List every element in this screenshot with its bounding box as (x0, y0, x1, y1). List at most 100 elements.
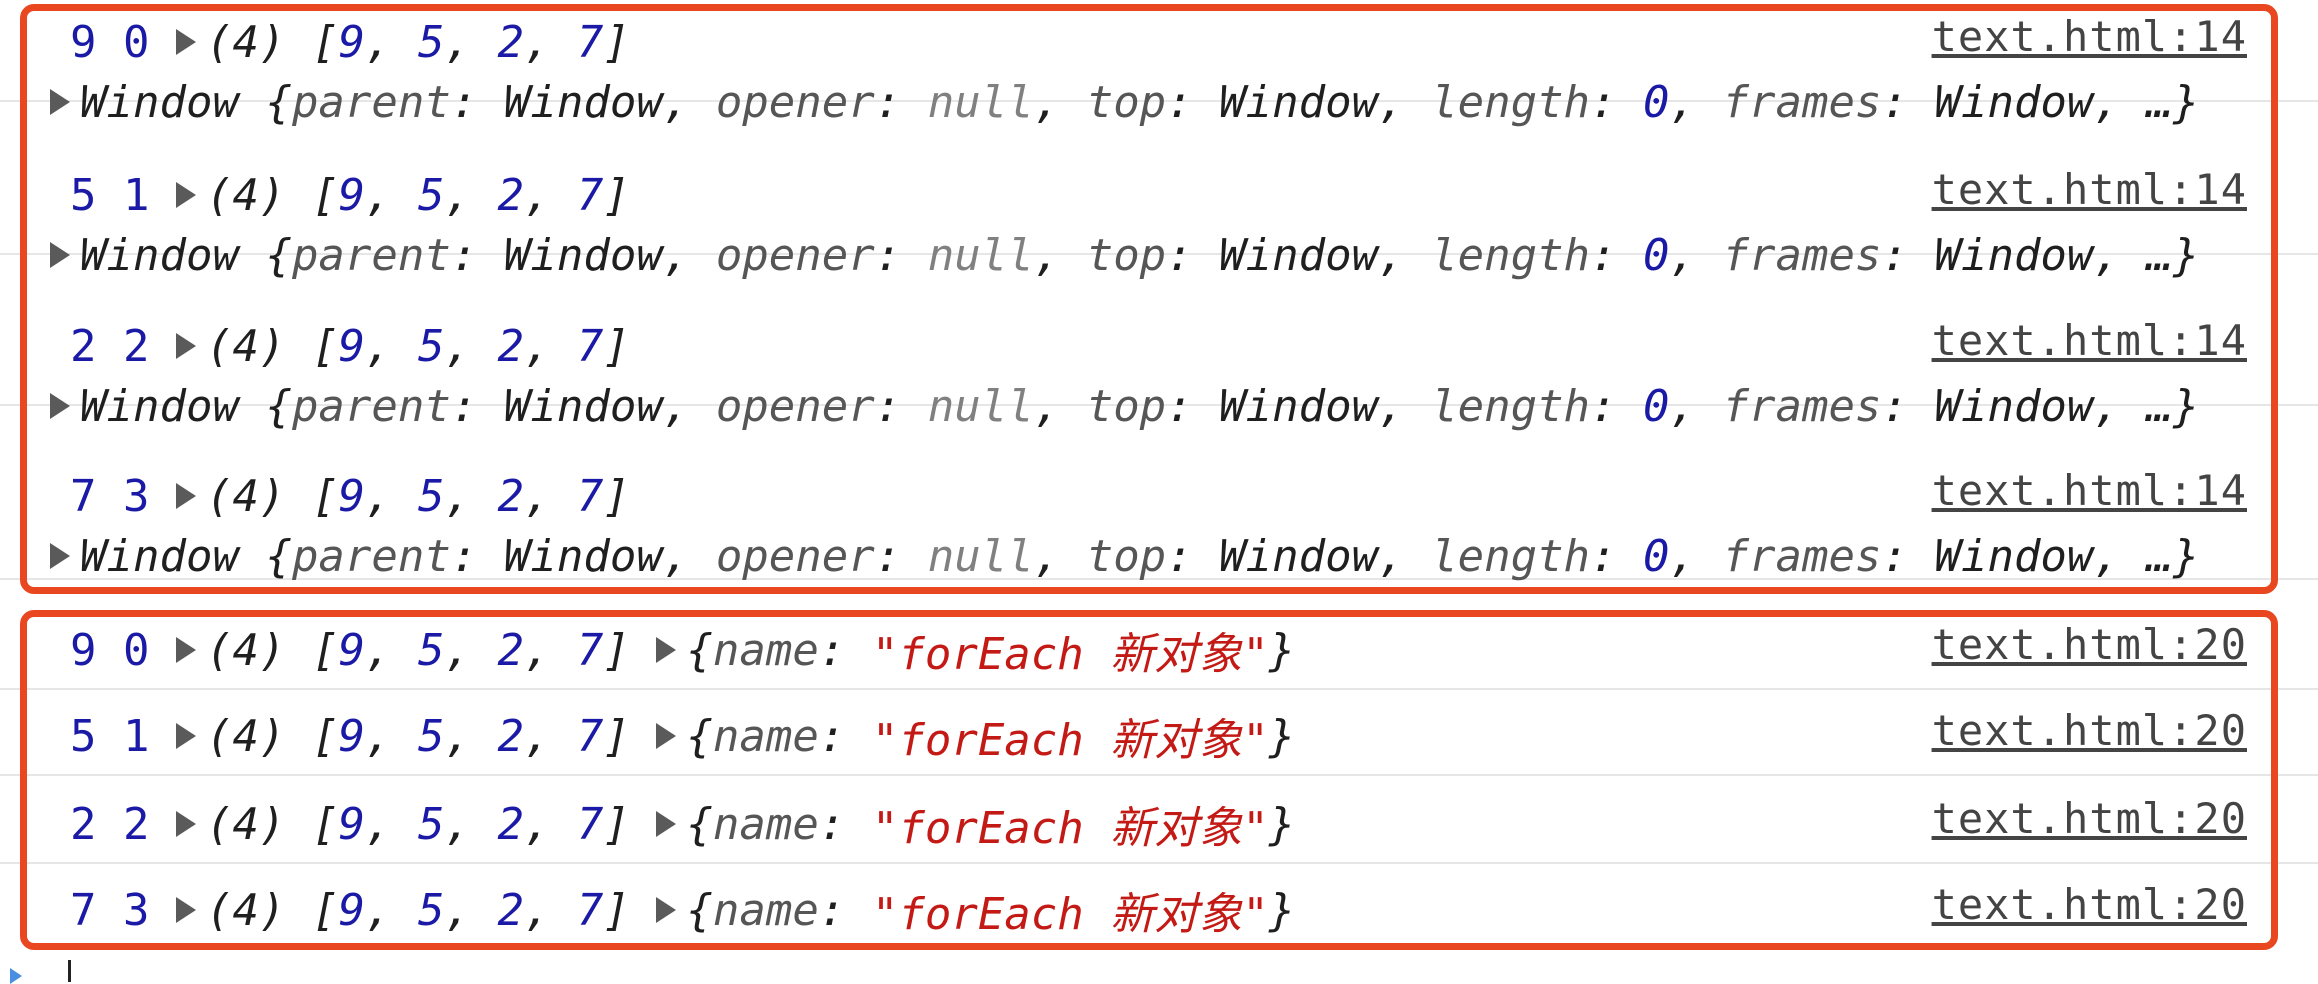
source-link[interactable]: text.html:14 (1932, 165, 2247, 214)
expand-triangle-icon[interactable] (656, 637, 677, 663)
expand-triangle-icon[interactable] (656, 723, 677, 749)
array-length: (4) (206, 470, 286, 522)
console-entry: 2 2 (4) [9, 5, 2, 7] {name: "forEach 新对象… (0, 794, 2318, 864)
prop-value: "forEach 新对象" (871, 629, 1269, 680)
array-length: (4) (206, 320, 286, 372)
array-length: (4) (206, 710, 286, 762)
expand-triangle-icon[interactable] (50, 543, 70, 569)
prop-key: opener (715, 76, 875, 128)
value-a: 7 (70, 470, 97, 522)
value-b: 2 (123, 798, 150, 850)
prop-key: opener (715, 380, 875, 432)
array-item: 5 (417, 710, 445, 762)
value-a: 7 (70, 884, 97, 936)
console-prompt[interactable] (0, 948, 2318, 982)
console-entry: 2 2 (4) [9, 5, 2, 7] text.html:14 Window… (0, 316, 2318, 432)
expand-triangle-icon[interactable] (176, 811, 196, 837)
expand-triangle-icon[interactable] (656, 897, 677, 923)
expand-triangle-icon[interactable] (176, 637, 196, 663)
array-length: (4) (206, 16, 286, 68)
expand-triangle-icon[interactable] (50, 242, 70, 268)
prop-key: length (1431, 76, 1591, 128)
text-caret (68, 960, 71, 982)
array-length: (4) (206, 884, 286, 936)
source-link[interactable]: text.html:20 (1932, 706, 2247, 755)
array-item: 9 (338, 470, 365, 522)
array-item: 2 (497, 16, 524, 68)
array-item: 7 (576, 470, 604, 522)
console-entry: 5 1 (4) [9, 5, 2, 7] text.html:14 Window… (0, 165, 2318, 281)
prop-key: parent (291, 530, 451, 582)
expand-triangle-icon[interactable] (176, 723, 196, 749)
array-item: 5 (417, 320, 445, 372)
expand-triangle-icon[interactable] (50, 89, 70, 115)
array-item: 9 (338, 884, 365, 936)
expand-triangle-icon[interactable] (176, 333, 196, 359)
source-link[interactable]: text.html:14 (1932, 316, 2247, 365)
array-item: 7 (576, 169, 604, 221)
array-item: 2 (497, 884, 524, 936)
array-item: 7 (576, 798, 604, 850)
console-entry: 9 0 (4) [9, 5, 2, 7] text.html:14 Window… (0, 12, 2318, 128)
expand-triangle-icon[interactable] (50, 393, 70, 419)
array-item: 2 (497, 798, 524, 850)
array-item: 2 (497, 710, 524, 762)
console-entry: 5 1 (4) [9, 5, 2, 7] {name: "forEach 新对象… (0, 706, 2318, 776)
value-a: 2 (70, 320, 97, 372)
prop-key: frames (1722, 229, 1882, 281)
prop-value: null (927, 380, 1034, 432)
source-link[interactable]: text.html:14 (1932, 466, 2247, 515)
array-item: 9 (338, 16, 365, 68)
console-entry: 7 3 (4) [9, 5, 2, 7] {name: "forEach 新对象… (70, 880, 2247, 940)
array-item: 7 (576, 320, 604, 372)
prop-key: opener (715, 229, 875, 281)
prop-value: "forEach 新对象" (871, 889, 1269, 940)
prop-key: top (1086, 380, 1167, 432)
value-b: 3 (123, 470, 150, 522)
array-length: (4) (206, 624, 286, 676)
ellipsis: … (2146, 380, 2173, 432)
expand-triangle-icon[interactable] (176, 897, 196, 923)
source-link[interactable]: text.html:20 (1932, 880, 2247, 929)
array-item: 5 (417, 884, 445, 936)
prop-value: Window (1934, 530, 2094, 582)
prop-value: Window (1219, 380, 1379, 432)
prop-value: Window (503, 380, 663, 432)
array-item: 7 (576, 710, 604, 762)
prop-key: length (1431, 229, 1591, 281)
array-item: 5 (417, 470, 445, 522)
prop-key: length (1431, 380, 1591, 432)
value-b: 3 (123, 884, 150, 936)
prop-value: 0 (1643, 380, 1670, 432)
array-item: 7 (576, 624, 604, 676)
prop-value: Window (1219, 76, 1379, 128)
source-link[interactable]: text.html:20 (1932, 794, 2247, 843)
console-entry: 9 0 (4) [9, 5, 2, 7] {name: "forEach 新对象… (0, 620, 2318, 690)
window-object: Window (80, 76, 239, 128)
expand-triangle-icon[interactable] (176, 182, 196, 208)
expand-triangle-icon[interactable] (176, 29, 196, 55)
source-link[interactable]: text.html:20 (1932, 620, 2247, 669)
prop-key: top (1086, 530, 1167, 582)
array-item: 5 (417, 624, 445, 676)
window-object: Window (80, 530, 239, 582)
value-b: 1 (123, 710, 150, 762)
array-length: (4) (206, 169, 286, 221)
value-b: 1 (123, 169, 150, 221)
prop-value: null (927, 76, 1034, 128)
prop-key: frames (1722, 76, 1882, 128)
expand-triangle-icon[interactable] (176, 483, 196, 509)
expand-triangle-icon[interactable] (656, 811, 677, 837)
prop-key: name (712, 798, 819, 850)
array-item: 9 (338, 320, 365, 372)
prop-key: parent (291, 229, 451, 281)
prop-key: top (1086, 76, 1167, 128)
prop-key: name (712, 884, 819, 936)
value-a: 9 (70, 624, 97, 676)
value-b: 0 (123, 624, 150, 676)
array-item: 9 (338, 798, 365, 850)
array-item: 2 (497, 624, 524, 676)
prop-key: frames (1722, 380, 1882, 432)
prop-value: Window (503, 76, 663, 128)
source-link[interactable]: text.html:14 (1932, 12, 2247, 61)
